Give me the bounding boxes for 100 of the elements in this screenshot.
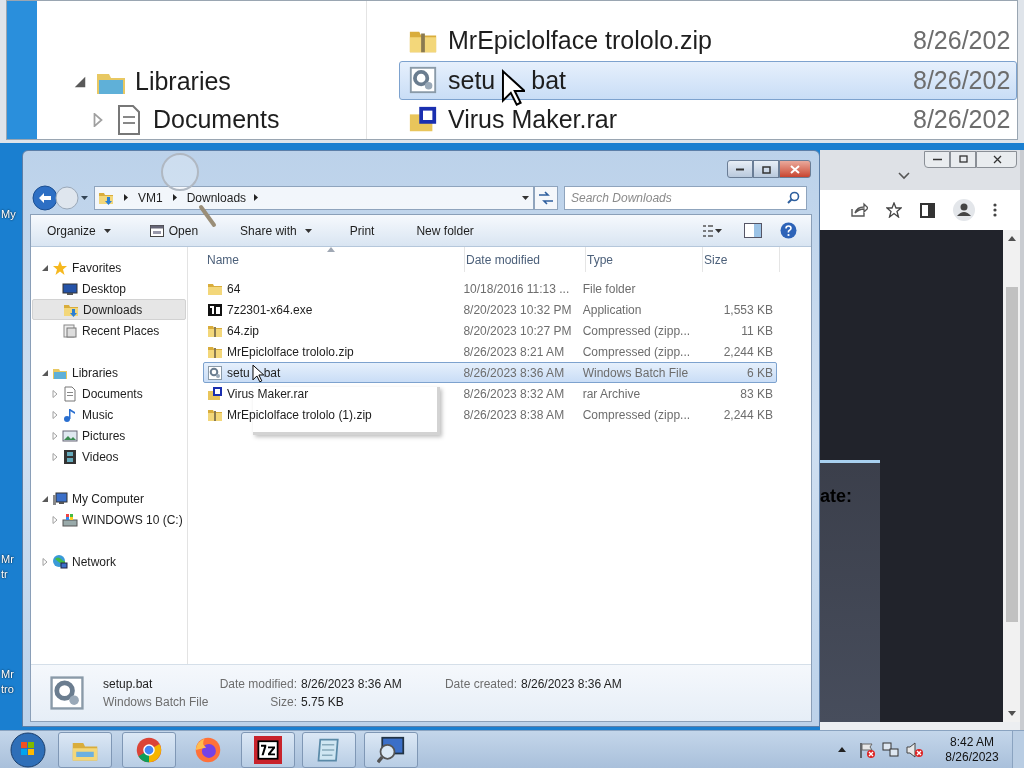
search-icon[interactable] — [787, 190, 800, 204]
clock[interactable]: 8:42 AM 8/26/2023 — [940, 734, 1004, 765]
nav-item-label[interactable]: Pictures — [82, 426, 126, 445]
maximize-icon — [956, 153, 970, 166]
taskbar-button[interactable] — [241, 731, 295, 768]
file-name: 7z2301-x64.exe — [227, 301, 313, 319]
column-header[interactable]: Type — [586, 247, 703, 272]
history-dropdown-icon[interactable] — [81, 195, 88, 200]
toolbar-button[interactable]: Organize — [39, 218, 119, 243]
picture-icon — [62, 427, 78, 444]
size-cell-text: 1,553 KB — [722, 301, 773, 319]
show-hidden-icons-icon[interactable] — [838, 747, 846, 752]
desktop-icon-label[interactable]: My — [1, 208, 16, 221]
nav-item-label[interactable]: Network — [72, 552, 116, 571]
refresh-button[interactable] — [534, 185, 558, 210]
maximize-button[interactable] — [753, 160, 779, 178]
expanded-arrow-icon[interactable] — [41, 263, 49, 272]
expanded-arrow-icon[interactable] — [73, 75, 87, 89]
details-label: Date modified: — [218, 676, 298, 693]
nav-item-label[interactable]: Libraries — [72, 363, 119, 382]
scrollbar[interactable] — [1003, 230, 1020, 722]
file-row[interactable]: MrEpiclolface trololo.zip 8/26/2023 8:21 AM Compressed (zipp... 2,244 KB — [203, 341, 777, 362]
file-name: Virus Maker.rar — [448, 104, 618, 135]
nav-item-label[interactable]: Desktop — [82, 279, 127, 298]
nav-item-label[interactable]: Documents — [82, 384, 143, 403]
close-button[interactable] — [976, 151, 1017, 168]
nav-item-label[interactable]: My Computer — [72, 489, 145, 508]
date-cell-text: 8/26/2023 8:21 AM — [462, 343, 566, 361]
share-icon[interactable] — [850, 202, 868, 218]
chevron-down-icon[interactable] — [898, 172, 910, 180]
nav-item-label[interactable]: Downloads — [83, 300, 143, 319]
file-row[interactable]: MrEpiclolface trololo.zip 8/26/202 — [399, 21, 1017, 61]
side-panel-icon[interactable] — [920, 202, 935, 218]
desktop-icon-label[interactable]: tr — [1, 568, 8, 581]
caret-icon — [304, 228, 312, 233]
date-cell-text: 8/26/2023 8:36 AM — [462, 364, 566, 382]
file-row[interactable]: MrEpiclolface trololo (1).zip 8/26/2023 8:38 AM Compressed (zipp... 2,244 KB — [203, 404, 777, 425]
action-center-icon[interactable] — [858, 740, 876, 759]
toolbar-button[interactable]: Print — [341, 218, 383, 243]
file-name: MrEpiclolface trololo (1).zip — [227, 406, 372, 424]
magnifier-icon — [377, 735, 405, 764]
breadcrumb-arrow-icon — [254, 194, 259, 201]
breadcrumb-item[interactable]: VM1 — [138, 188, 163, 207]
help-icon[interactable] — [780, 222, 797, 239]
type-cell-text: Compressed (zipp... — [581, 406, 692, 424]
nav-item-label[interactable]: Favorites — [72, 258, 122, 277]
close-button[interactable] — [779, 160, 811, 178]
toolbar-button[interactable]: New folder — [408, 218, 482, 243]
collapsed-arrow-icon[interactable] — [91, 113, 105, 127]
star-icon[interactable] — [886, 202, 902, 218]
toolbar-button[interactable]: Share with — [232, 218, 320, 243]
column-header[interactable]: Size — [703, 247, 780, 272]
file-name: 64.zip — [227, 322, 260, 340]
toolbar-button[interactable]: Open — [140, 218, 207, 243]
network-icon[interactable] — [882, 740, 900, 759]
more-menu-icon[interactable] — [993, 203, 997, 217]
start-button[interactable] — [10, 731, 46, 768]
caret-icon — [103, 228, 111, 233]
minimize-button[interactable] — [727, 160, 753, 178]
minimize-button[interactable] — [924, 151, 950, 168]
view-options-icon[interactable] — [702, 223, 722, 238]
column-header[interactable]: Date modified — [465, 247, 586, 272]
profile-icon[interactable] — [953, 199, 975, 221]
scroll-up-arrow-icon[interactable] — [1007, 236, 1016, 241]
recent-places-icon — [62, 322, 78, 339]
taskbar-button[interactable] — [364, 731, 418, 768]
details-value: 5.75 KB — [301, 694, 345, 711]
desktop-icon-label[interactable]: tro — [1, 683, 14, 696]
expanded-arrow-icon[interactable] — [41, 494, 49, 503]
nav-item-label[interactable]: WINDOWS 10 (C:) — [82, 510, 183, 529]
file-row[interactable]: 64 10/18/2016 11:13 ... File folder — [203, 278, 777, 299]
nav-item-label[interactable]: Music — [82, 405, 114, 424]
file-row[interactable]: 64.zip 8/20/2023 10:27 PM Compressed (zipp... 11 KB — [203, 320, 777, 341]
file-row[interactable]: 7z2301-x64.exe 8/20/2023 10:32 PM Application 1,553 KB — [203, 299, 777, 320]
maximize-button[interactable] — [950, 151, 976, 168]
preview-pane-icon[interactable] — [744, 223, 762, 238]
nav-item-label[interactable]: Recent Places — [82, 321, 160, 340]
nav-item-label[interactable]: Videos — [82, 447, 119, 466]
nav-item-label[interactable]: Documents — [153, 101, 280, 139]
minimize-icon — [932, 158, 942, 161]
music-note-icon — [62, 406, 78, 423]
details-file-name: setup.bat — [103, 676, 154, 693]
scrollbar-thumb[interactable] — [1005, 287, 1018, 622]
file-row[interactable]: setu bat 8/26/2023 8:36 AM Windows Batch File 6 KB — [203, 362, 777, 383]
selected-nav-item[interactable]: Downloads — [32, 299, 186, 320]
volume-muted-icon[interactable] — [906, 740, 924, 759]
back-button[interactable] — [32, 184, 58, 211]
date-cell-text: 8/20/2023 10:27 PM — [462, 322, 573, 340]
window-icon — [148, 222, 165, 239]
expanded-arrow-icon[interactable] — [41, 368, 49, 377]
breadcrumb-item[interactable]: Downloads — [186, 188, 247, 207]
file-row[interactable]: Virus Maker.rar 8/26/202 — [399, 100, 1017, 139]
nav-item-label[interactable]: Libraries — [135, 63, 231, 101]
desktop-icon-label[interactable]: Mr — [1, 668, 14, 681]
desktop-icon-label[interactable]: Mr — [1, 553, 14, 566]
file-row[interactable]: Virus Maker.rar 8/26/2023 8:32 AM rar Archive 83 KB — [203, 383, 777, 404]
search-field[interactable]: Search Downloads — [564, 185, 807, 210]
address-bar[interactable]: VM1 Downloads — [94, 185, 534, 210]
scroll-down-arrow-icon[interactable] — [1007, 711, 1016, 716]
details-label: Size: — [269, 694, 298, 711]
